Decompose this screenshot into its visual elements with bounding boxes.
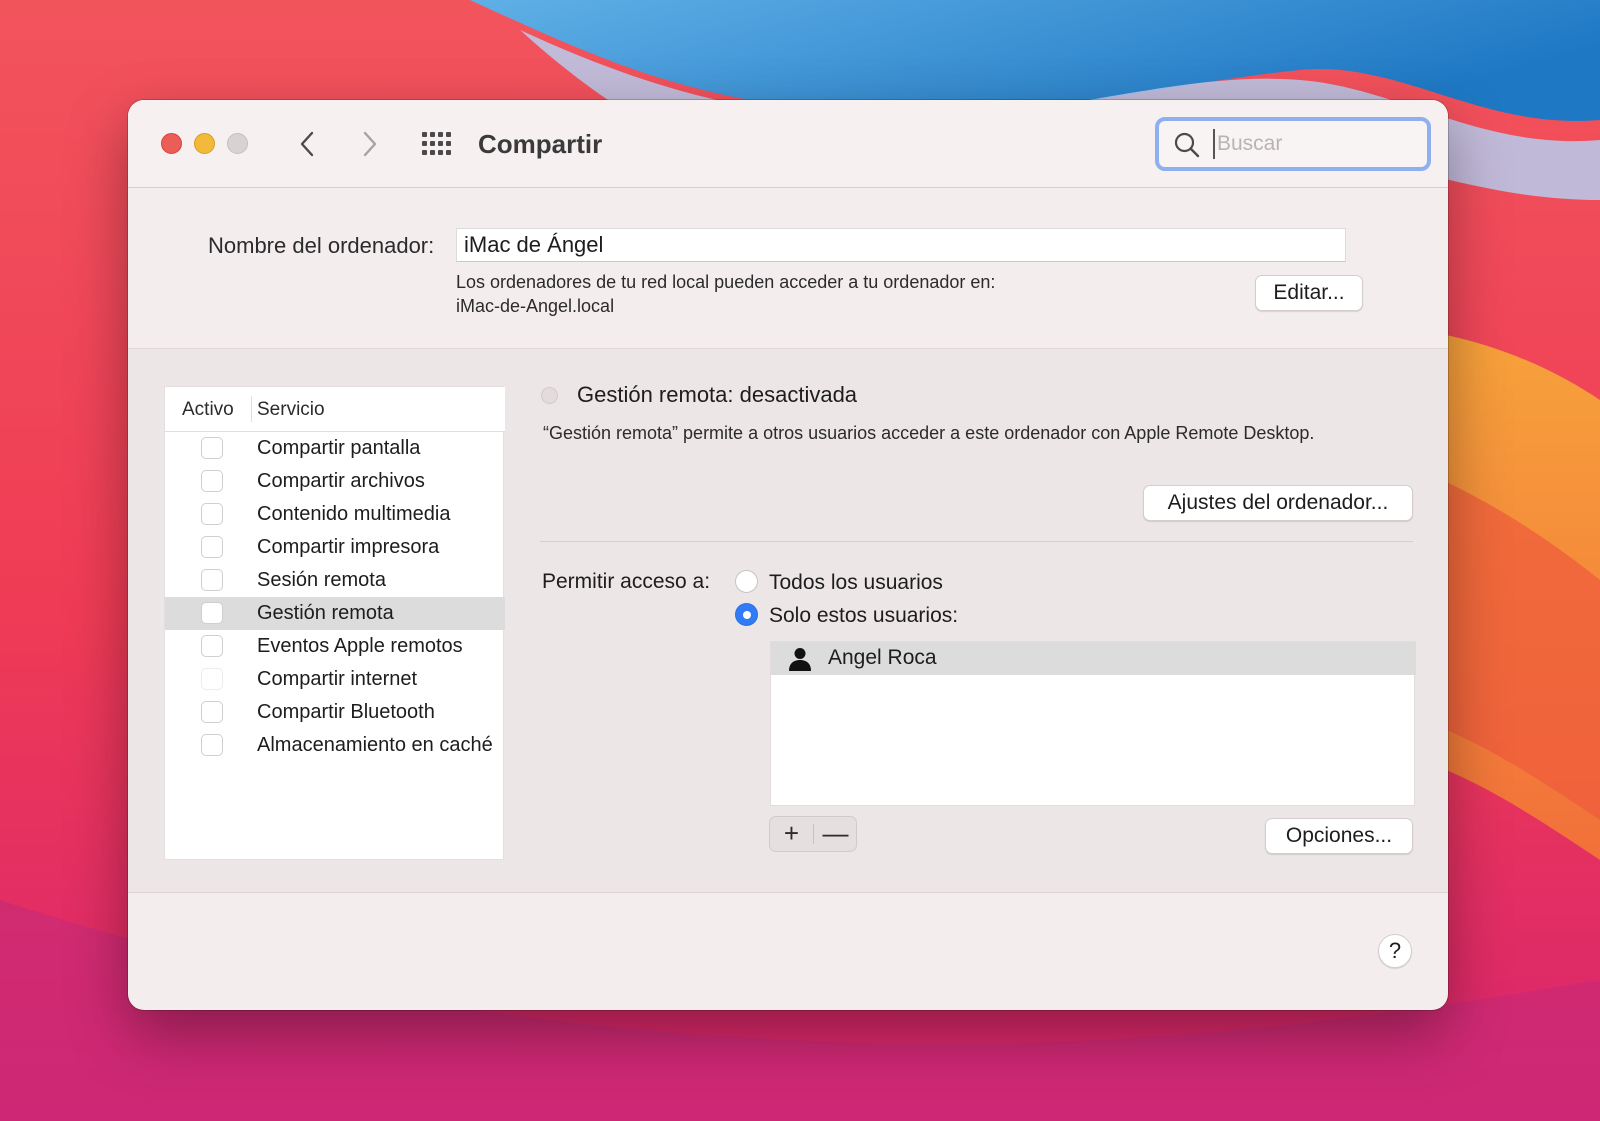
allowed-users-list[interactable]: Angel Roca [770, 641, 1416, 806]
search-icon [1174, 132, 1200, 158]
service-row-remote-login[interactable]: Sesión remota [165, 564, 505, 597]
column-divider [251, 396, 252, 422]
services-list-header: Activo Servicio [165, 387, 505, 432]
service-row-content-caching[interactable]: Almacenamiento en caché [165, 729, 505, 762]
service-checkbox[interactable] [201, 602, 223, 624]
all-users-radio[interactable] [735, 570, 758, 593]
edit-hostname-button[interactable]: Editar... [1255, 275, 1363, 311]
help-button[interactable]: ? [1378, 934, 1412, 968]
service-row-bluetooth-sharing[interactable]: Compartir Bluetooth [165, 696, 505, 729]
back-chevron-icon[interactable] [293, 128, 323, 160]
sharing-preferences-window: Compartir Nombre del ordenador: Los orde… [128, 100, 1448, 1010]
computer-settings-button[interactable]: Ajustes del ordenador... [1143, 485, 1413, 521]
forward-chevron-icon[interactable] [354, 128, 384, 160]
service-row-screen-sharing[interactable]: Compartir pantalla [165, 432, 505, 465]
allow-access-label: Permitir acceso a: [542, 570, 711, 593]
service-label: Sesión remota [257, 569, 386, 591]
user-row[interactable]: Angel Roca [771, 642, 1416, 675]
service-row-printer-sharing[interactable]: Compartir impresora [165, 531, 505, 564]
service-checkbox[interactable] [201, 536, 223, 558]
service-label: Compartir impresora [257, 536, 440, 558]
computer-name-field[interactable] [456, 228, 1346, 262]
service-status-title: Gestión remota: desactivada [577, 382, 858, 407]
service-description: “Gestión remota” permite a otros usuario… [543, 423, 1315, 443]
service-label: Eventos Apple remotos [257, 635, 463, 657]
service-label: Almacenamiento en caché [257, 734, 493, 756]
add-remove-user-control: + — [769, 816, 857, 852]
status-indicator [541, 387, 558, 404]
service-checkbox[interactable] [201, 668, 223, 690]
options-button[interactable]: Opciones... [1265, 818, 1413, 854]
service-checkbox[interactable] [201, 734, 223, 756]
zoom-window-button[interactable] [227, 133, 248, 154]
service-label: Compartir internet [257, 668, 418, 690]
service-label: Gestión remota [257, 602, 394, 624]
add-user-button[interactable]: + [770, 817, 813, 851]
only-these-users-label[interactable]: Solo estos usuarios: [769, 602, 958, 630]
search-input[interactable] [1213, 129, 1413, 159]
local-hostname-info: Los ordenadores de tu red local pueden a… [456, 270, 995, 318]
service-row-remote-apple-events[interactable]: Eventos Apple remotos [165, 630, 505, 663]
column-header-active[interactable]: Activo [182, 399, 234, 421]
computer-name-label: Nombre del ordenador: [208, 233, 435, 258]
section-divider [540, 541, 1413, 542]
service-checkbox[interactable] [201, 569, 223, 591]
service-label: Compartir pantalla [257, 437, 421, 459]
column-header-service[interactable]: Servicio [257, 399, 325, 421]
service-checkbox[interactable] [201, 701, 223, 723]
user-icon [789, 648, 811, 671]
service-label: Compartir archivos [257, 470, 425, 492]
sharing-panel: Activo Servicio Compartir pantalla Compa… [128, 348, 1448, 893]
service-checkbox[interactable] [201, 503, 223, 525]
search-field[interactable] [1155, 117, 1431, 171]
local-hostname-description: Los ordenadores de tu red local pueden a… [456, 272, 996, 292]
service-row-media-sharing[interactable]: Contenido multimedia [165, 498, 505, 531]
only-these-users-radio[interactable] [735, 603, 758, 626]
service-checkbox[interactable] [201, 437, 223, 459]
service-row-remote-management[interactable]: Gestión remota [165, 597, 505, 630]
minimize-window-button[interactable] [194, 133, 215, 154]
window-title: Compartir [478, 129, 603, 159]
service-label: Compartir Bluetooth [257, 701, 435, 723]
service-checkbox[interactable] [201, 470, 223, 492]
title-bar: Compartir [128, 100, 1448, 188]
service-row-internet-sharing[interactable]: Compartir internet [165, 663, 505, 696]
user-name: Angel Roca [828, 646, 937, 669]
service-row-file-sharing[interactable]: Compartir archivos [165, 465, 505, 498]
show-all-grid-icon[interactable] [421, 130, 453, 158]
local-hostname: iMac-de-Angel.local [456, 296, 615, 316]
remove-user-button[interactable]: — [814, 817, 857, 851]
service-label: Contenido multimedia [257, 503, 451, 525]
services-list[interactable]: Activo Servicio Compartir pantalla Compa… [164, 386, 505, 860]
service-checkbox[interactable] [201, 635, 223, 657]
all-users-label[interactable]: Todos los usuarios [769, 569, 943, 597]
close-window-button[interactable] [161, 133, 182, 154]
